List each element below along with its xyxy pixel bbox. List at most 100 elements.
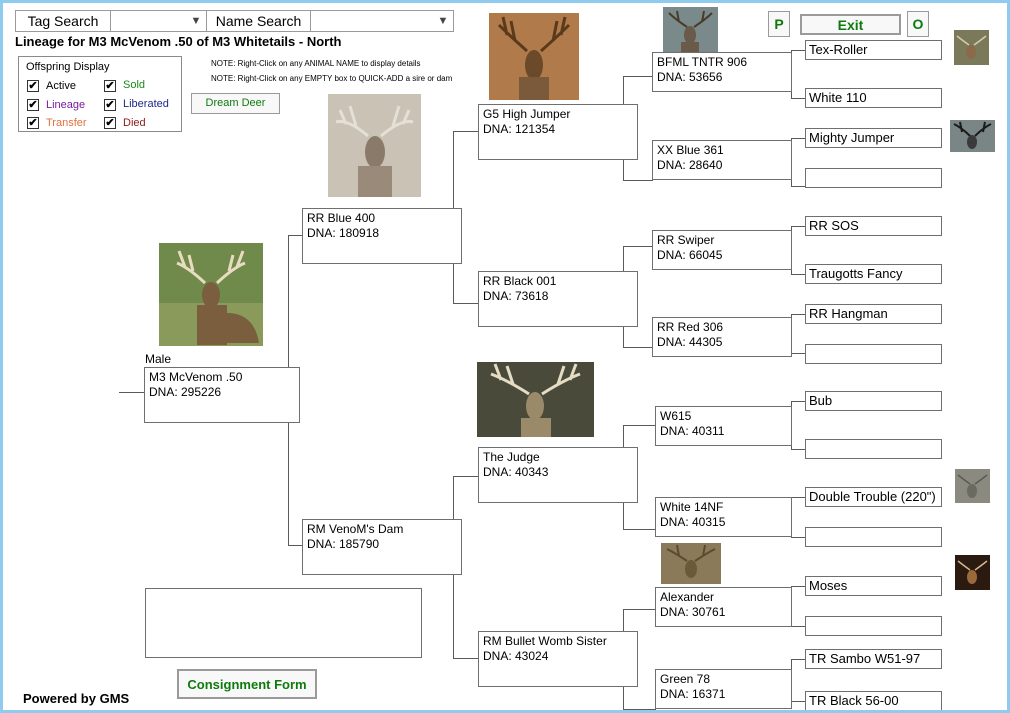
note-right-click-empty: NOTE: Right-Click on any EMPTY box to QU…	[211, 74, 453, 83]
gen4-node-empty[interactable]	[805, 439, 942, 459]
sold-checkbox[interactable]: ✔	[104, 80, 116, 92]
moses-photo	[955, 555, 990, 590]
gen2-name[interactable]: G5 High Jumper	[483, 107, 633, 122]
gen4-node-empty[interactable]	[805, 527, 942, 547]
gen3-name[interactable]: Green 78	[660, 672, 787, 687]
subject-sex-label: Male	[145, 352, 172, 366]
gen4-node[interactable]: Traugotts Fancy	[805, 264, 942, 284]
gen3-node[interactable]: Green 78 DNA: 16371	[655, 669, 792, 709]
gen4-node-empty[interactable]	[805, 616, 942, 636]
dam-name[interactable]: RM VenoM's Dam	[307, 522, 457, 537]
gen3-node[interactable]: XX Blue 361 DNA: 28640	[652, 140, 792, 180]
connector-line	[791, 701, 805, 702]
gen3-dna: DNA: 28640	[657, 158, 723, 172]
connector-line	[453, 263, 454, 303]
connector-line	[453, 476, 454, 520]
connector-line	[623, 609, 656, 610]
gen4-node[interactable]: TR Sambo W51-97	[805, 649, 942, 669]
gen3-node[interactable]: BFML TNTR 906 DNA: 53656	[652, 52, 792, 92]
gen4-node-empty[interactable]	[805, 168, 942, 188]
consignment-form-button[interactable]: Consignment Form	[177, 669, 317, 699]
connector-line	[791, 138, 805, 139]
connector-line	[791, 226, 805, 227]
dam-node[interactable]: RM VenoM's Dam DNA: 185790	[302, 519, 462, 575]
sire-name[interactable]: RR Blue 400	[307, 211, 457, 226]
offspring-display-title: Offspring Display	[26, 61, 110, 73]
gen4-node[interactable]: Tex-Roller	[805, 40, 942, 60]
connector-line	[288, 235, 303, 236]
connector-line	[453, 131, 479, 132]
connector-line	[623, 76, 653, 77]
gen2-name[interactable]: RR Black 001	[483, 274, 633, 289]
gen2-dna: DNA: 40343	[483, 465, 549, 479]
connector-line	[623, 687, 624, 709]
gen3-node[interactable]: RR Swiper DNA: 66045	[652, 230, 792, 270]
gen4-node-empty[interactable]	[805, 344, 942, 364]
gen3-name[interactable]: RR Swiper	[657, 233, 787, 248]
g5-high-jumper-photo	[489, 13, 579, 100]
name-search-dropdown[interactable]: ▼	[310, 10, 454, 32]
gen3-node[interactable]: W615 DNA: 40311	[655, 406, 792, 446]
subject-name[interactable]: M3 McVenom .50	[149, 370, 295, 385]
o-button[interactable]: O	[907, 11, 929, 37]
connector-line	[623, 347, 653, 348]
gen2-name[interactable]: RM Bullet Womb Sister	[483, 634, 633, 649]
subject-dna: DNA: 295226	[149, 385, 222, 399]
active-checkbox[interactable]: ✔	[27, 80, 39, 92]
p-button[interactable]: P	[768, 11, 790, 37]
sire-node[interactable]: RR Blue 400 DNA: 180918	[302, 208, 462, 264]
dream-deer-button[interactable]: Dream Deer	[191, 93, 280, 114]
gen2-node[interactable]: G5 High Jumper DNA: 121354	[478, 104, 638, 160]
gen3-name[interactable]: W615	[660, 409, 787, 424]
connector-line	[623, 425, 656, 426]
connector-line	[288, 545, 303, 546]
gen3-node[interactable]: White 14NF DNA: 40315	[655, 497, 792, 537]
connector-line	[623, 425, 624, 447]
gen4-node[interactable]: Bub	[805, 391, 942, 411]
transfer-checkbox[interactable]: ✔	[27, 117, 39, 129]
gen4-node[interactable]: RR SOS	[805, 216, 942, 236]
lineage-checkbox[interactable]: ✔	[27, 99, 39, 111]
connector-line	[623, 503, 624, 529]
gen3-name[interactable]: Alexander	[660, 590, 787, 605]
connector-line	[791, 659, 805, 660]
connector-line	[623, 159, 624, 180]
gen3-dna: DNA: 40315	[660, 515, 726, 529]
connector-line	[791, 274, 805, 275]
gen2-name[interactable]: The Judge	[483, 450, 633, 465]
connector-line	[453, 476, 479, 477]
gen3-name[interactable]: White 14NF	[660, 500, 787, 515]
gen2-node[interactable]: RR Black 001 DNA: 73618	[478, 271, 638, 327]
subject-node[interactable]: M3 McVenom .50 DNA: 295226	[144, 367, 300, 423]
gen4-node[interactable]: RR Hangman	[805, 304, 942, 324]
gen4-node[interactable]: Moses	[805, 576, 942, 596]
connector-line	[453, 574, 454, 658]
gen4-node[interactable]: Double Trouble (220")	[805, 487, 942, 507]
bfml-tntr-906-photo	[663, 7, 718, 52]
gen3-name[interactable]: BFML TNTR 906	[657, 55, 787, 70]
gen3-name[interactable]: XX Blue 361	[657, 143, 787, 158]
connector-line	[791, 401, 805, 402]
connector-line	[453, 131, 454, 208]
connector-line	[623, 246, 653, 247]
gen4-node[interactable]: TR Black 56-00	[805, 691, 942, 710]
lineage-window: Tag Search ▼ Name Search ▼ Lineage for M…	[0, 0, 1010, 713]
gen4-node[interactable]: Mighty Jumper	[805, 128, 942, 148]
died-checkbox[interactable]: ✔	[104, 117, 116, 129]
name-search-label: Name Search	[206, 10, 311, 32]
gen3-node[interactable]: RR Red 306 DNA: 44305	[652, 317, 792, 357]
gen3-node[interactable]: Alexander DNA: 30761	[655, 587, 792, 627]
connector-line	[791, 314, 805, 315]
connector-line	[791, 186, 805, 187]
liberated-checkbox[interactable]: ✔	[104, 99, 116, 111]
gen2-node[interactable]: The Judge DNA: 40343	[478, 447, 638, 503]
exit-button[interactable]: Exit	[800, 14, 901, 35]
gen3-name[interactable]: RR Red 306	[657, 320, 787, 335]
tag-search-dropdown[interactable]: ▼	[110, 10, 207, 32]
notes-box[interactable]	[145, 588, 422, 658]
gen2-node[interactable]: RM Bullet Womb Sister DNA: 43024	[478, 631, 638, 687]
gen3-dna: DNA: 44305	[657, 335, 723, 349]
connector-line	[288, 235, 289, 370]
rr-blue-400-photo	[328, 94, 421, 197]
gen4-node[interactable]: White 110	[805, 88, 942, 108]
